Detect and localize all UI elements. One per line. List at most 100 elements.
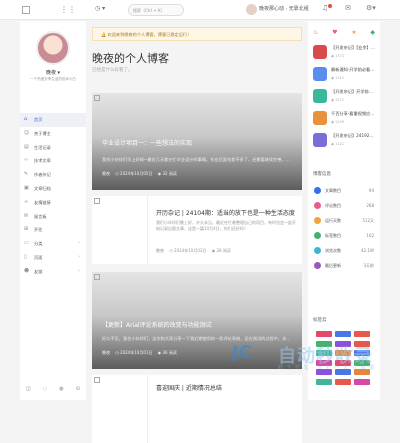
hot-post-title[interactable]: 千百分享-看重视频应…: [331, 111, 377, 117]
post-meta: 晚夜 ◷ 2024年10月01日 ◉ 36 阅读: [102, 350, 177, 355]
post-views: 36 阅读: [162, 350, 177, 355]
post-thumbnail: [92, 375, 148, 443]
sidebar-nav: ⌂ 首页 ☺ 关于博主 ▤ 生活记录 ‹› 技术文章 ✎ 作者杂记 ▣ 文章归档 ∞ 友情链接 ✉ 留言板 ⊞ 开…: [20, 113, 86, 279]
stat-icon: [314, 202, 321, 209]
sidebar-item-2[interactable]: ▤ 生活记录: [20, 141, 86, 155]
stat-value: 42.1W: [361, 248, 374, 253]
post-meta: 晚夜 ◷ 2024年10月03日 ◉ 28 阅读: [156, 248, 231, 253]
chevron-right-icon: ›: [78, 253, 80, 260]
notice-text: 欢迎来到晚夜的个人博客，博客已稳定运行！: [107, 32, 192, 37]
tag-chip[interactable]: [354, 331, 370, 337]
stat-label: 浏览次数: [325, 248, 341, 253]
grid-icon[interactable]: ⋮⋮: [60, 5, 76, 14]
user-icon: ☺: [24, 129, 30, 136]
image-icon: [94, 198, 100, 204]
post-author: 晚夜: [102, 171, 110, 176]
rss-icon[interactable]: ◫: [26, 386, 31, 392]
sidebar-item-label: 关于博主: [34, 130, 51, 136]
stat-icon: [314, 247, 321, 254]
hot-post-title[interactable]: 最新通知-开学前必看…: [331, 67, 377, 73]
tag-icon[interactable]: ◆: [370, 29, 375, 36]
sidebar-item-9[interactable]: ▭ 分类 ›: [20, 237, 86, 251]
sidebar-item-label: 友情链接: [34, 199, 51, 205]
post-card[interactable]: 开历杂记 | 24104期：适当的放下也是一种生活态度 我们小伙伴们晚上好，许久…: [92, 196, 302, 264]
book-icon: ▤: [24, 143, 29, 150]
post-views: 32 阅读: [162, 171, 177, 176]
user-name[interactable]: 晚夜那心动 · 无靠北组: [259, 5, 309, 12]
hot-post-item[interactable]: 【开发杂记】【业余】… ◉ 1371: [313, 43, 377, 63]
stat-row: 运行天数 512天: [314, 215, 376, 227]
post-title[interactable]: 开历杂记 | 24104期：适当的放下也是一种生活态度: [156, 208, 295, 217]
folder-icon: ▭: [24, 240, 29, 247]
watermark-logo: JC: [232, 342, 252, 363]
qq-icon[interactable]: ◌: [43, 386, 47, 392]
image-icon: [94, 377, 100, 383]
friend-icon: ☻: [24, 267, 30, 274]
sidebar-item-11[interactable]: ☻ 友链 ›: [20, 265, 86, 279]
hot-post-thumb: [313, 89, 327, 103]
stat-row: 最后更新 3天前: [314, 260, 376, 272]
stat-row: 评论数目 268: [314, 200, 376, 212]
stat-icon: [314, 187, 321, 194]
sidebar-item-6[interactable]: ∞ 友情链接: [20, 196, 86, 210]
post-card[interactable]: 喜迎国庆 | 近期情况总结: [92, 375, 302, 443]
hot-post-views: ◉ 1371: [331, 54, 345, 58]
hot-post-item[interactable]: 最新通知-开学前必看… ◉ 1311: [313, 65, 377, 85]
stat-value: 268: [366, 203, 374, 208]
site-logo[interactable]: [22, 6, 30, 14]
settings-icon[interactable]: ⚙▾: [366, 4, 376, 12]
code-icon: ‹›: [24, 157, 28, 164]
pen-icon: ✎: [24, 171, 29, 178]
wechat-icon[interactable]: ◍: [59, 386, 63, 392]
message-icon[interactable]: ✉: [345, 4, 351, 12]
hot-post-title[interactable]: 【开发杂记】开学前必…: [331, 89, 377, 95]
sidebar-item-4[interactable]: ✎ 作者杂记: [20, 168, 86, 182]
tag-chip[interactable]: [316, 331, 332, 337]
profile-name[interactable]: 晚夜 ▾: [20, 69, 86, 76]
avatar[interactable]: [246, 4, 257, 15]
sidebar-item-label: 首页: [34, 117, 43, 122]
top-bar: ⋮⋮ ◷ ▾ 搜索（Ctrl + K） 晚夜那心动 · 无靠北组 ♫ ✉ ⚙▾: [0, 0, 400, 20]
hot-post-title[interactable]: 【开发杂记】24192期…: [331, 133, 377, 139]
hot-post-thumb: [313, 45, 327, 59]
heart-icon[interactable]: ♥: [332, 29, 337, 36]
stat-value: 512天: [362, 218, 374, 223]
hot-post-title[interactable]: 【开发杂记】【业余】…: [331, 45, 377, 51]
hot-post-thumb: [313, 67, 327, 81]
post-card[interactable]: 毕业设计项目一：一些想法的实现 我也小伙伴们早上好呀~最近几天都在忙毕业设计的事…: [92, 93, 302, 190]
stat-value: 3天前: [363, 263, 374, 268]
sidebar-item-label: 技术文章: [34, 158, 51, 164]
image-icon: [94, 274, 100, 280]
github-icon[interactable]: ⊙: [76, 386, 80, 392]
stat-label: 评论数目: [325, 203, 341, 208]
sidebar-item-1[interactable]: ☺ 关于博主: [20, 127, 86, 141]
profile-avatar[interactable]: [36, 31, 70, 65]
sidebar-item-5[interactable]: ▣ 文章归档: [20, 182, 86, 196]
sidebar-item-8[interactable]: ⊞ 开往: [20, 223, 86, 237]
star-icon[interactable]: ★: [351, 29, 356, 36]
page-title: 晚夜的个人博客: [92, 52, 169, 65]
stat-label: 最后更新: [325, 263, 341, 268]
post-date: 2024年10月01日: [120, 350, 153, 355]
post-title[interactable]: 【更新】Arial评论系统的改变与功能测试: [102, 320, 212, 329]
hot-post-item[interactable]: 千百分享-看重视频应… ◉ 1209: [313, 109, 377, 129]
fire-icon[interactable]: ♨: [313, 29, 318, 36]
hot-post-item[interactable]: 【开发杂记】开学前必… ◉ 1271: [313, 87, 377, 107]
hot-post-views: ◉ 1209: [331, 120, 345, 124]
search-input[interactable]: 搜索（Ctrl + K）: [128, 4, 184, 16]
chevron-right-icon: ›: [78, 240, 80, 247]
sidebar-item-10[interactable]: ▯ 页面 ›: [20, 251, 86, 265]
clock-icon[interactable]: ◷ ▾: [95, 5, 105, 12]
post-views: 28 阅读: [216, 248, 231, 253]
hot-post-item[interactable]: 【开发杂记】24192期… ◉ 1121: [313, 131, 377, 151]
stat-label: 运行天数: [325, 218, 341, 223]
post-title[interactable]: 毕业设计项目一：一些想法的实现: [102, 138, 192, 147]
sidebar-item-3[interactable]: ‹› 技术文章: [20, 154, 86, 168]
sidebar-item-7[interactable]: ✉ 留言板: [20, 210, 86, 224]
post-date: 2024年10月05日: [120, 171, 153, 176]
hot-post-views: ◉ 1121: [331, 142, 345, 146]
sidebar-item-0[interactable]: ⌂ 首页: [20, 113, 86, 127]
post-title[interactable]: 喜迎国庆 | 近期情况总结: [156, 383, 222, 392]
tag-chip[interactable]: [335, 331, 351, 337]
sidebar-item-label: 生活记录: [34, 144, 51, 150]
